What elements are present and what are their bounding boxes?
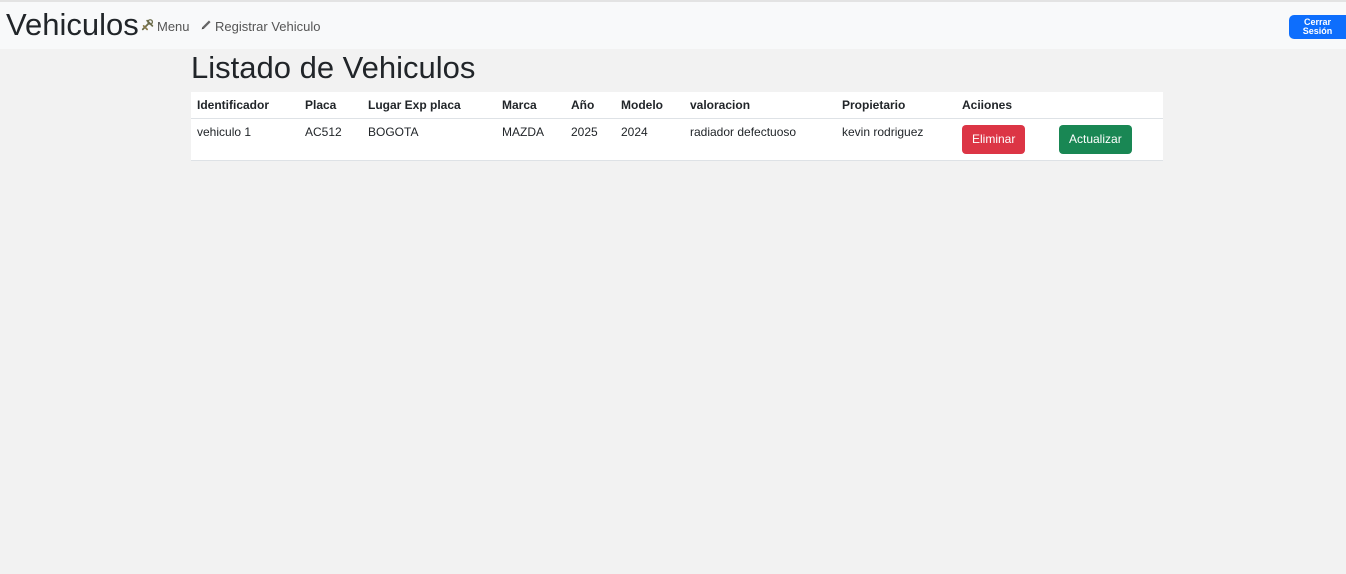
cell-modelo-text: 2024 <box>621 125 648 139</box>
pencil-icon <box>200 18 215 35</box>
delete-button[interactable]: Eliminar <box>962 125 1026 154</box>
header-modelo: Modelo <box>615 92 684 119</box>
cell-lugar: BOGOTA <box>362 118 496 161</box>
cell-anio: 2025 <box>565 118 615 161</box>
nav-register-label: Registrar Vehiculo <box>215 18 321 34</box>
nav-register-link[interactable]: Registrar Vehiculo <box>200 18 321 35</box>
cell-anio-text: 2025 <box>571 125 598 139</box>
cell-placa: AC512 <box>299 118 362 161</box>
header-acciones: Aciiones <box>956 92 1053 119</box>
logout-button[interactable]: Cerrar Sesión <box>1289 15 1346 39</box>
cell-delete: Eliminar <box>956 118 1053 161</box>
vehicles-table: Identificador Placa Lugar Exp placa Marc… <box>191 92 1163 161</box>
nav-menu-link[interactable]: Menu <box>141 18 190 36</box>
header-placa: Placa <box>299 92 362 119</box>
header-valoracion: valoracion <box>684 92 836 119</box>
logout-label-line2: Sesión <box>1302 26 1333 36</box>
cell-propietario-text: kevin rodriguez <box>842 125 924 139</box>
cell-lugar-text: BOGOTA <box>368 125 419 139</box>
brand-title[interactable]: Vehiculos <box>6 7 139 43</box>
header-anio: Año <box>565 92 615 119</box>
header-empty <box>1053 92 1163 119</box>
tools-icon <box>141 18 157 36</box>
vehicles-table-container: Identificador Placa Lugar Exp placa Marc… <box>191 92 1163 161</box>
table-header-row: Identificador Placa Lugar Exp placa Marc… <box>191 92 1163 119</box>
header-identificador: Identificador <box>191 92 299 119</box>
cell-placa-text: AC512 <box>305 125 342 139</box>
update-button[interactable]: Actualizar <box>1059 125 1132 154</box>
header-marca: Marca <box>496 92 565 119</box>
cell-marca: MAZDA <box>496 118 565 161</box>
cell-identificador: vehiculo 1 <box>191 118 299 161</box>
cell-valoracion-text: radiador defectuoso <box>690 125 797 139</box>
page-title: Listado de Vehiculos <box>191 50 476 85</box>
header-lugar: Lugar Exp placa <box>362 92 496 119</box>
cell-modelo: 2024 <box>615 118 684 161</box>
cell-valoracion: radiador defectuoso <box>684 118 836 161</box>
cell-identificador-text: vehiculo 1 <box>197 125 252 139</box>
header-propietario: Propietario <box>836 92 956 119</box>
table-row: vehiculo 1 AC512 BOGOTA MAZDA 2025 2024 … <box>191 118 1163 161</box>
cell-update: Actualizar <box>1053 118 1163 161</box>
top-navbar: Vehiculos Menu Registrar Vehiculo Cerrar… <box>0 0 1346 49</box>
cell-marca-text: MAZDA <box>502 125 544 139</box>
cell-propietario: kevin rodriguez <box>836 118 956 161</box>
nav-menu-label: Menu <box>157 19 190 34</box>
